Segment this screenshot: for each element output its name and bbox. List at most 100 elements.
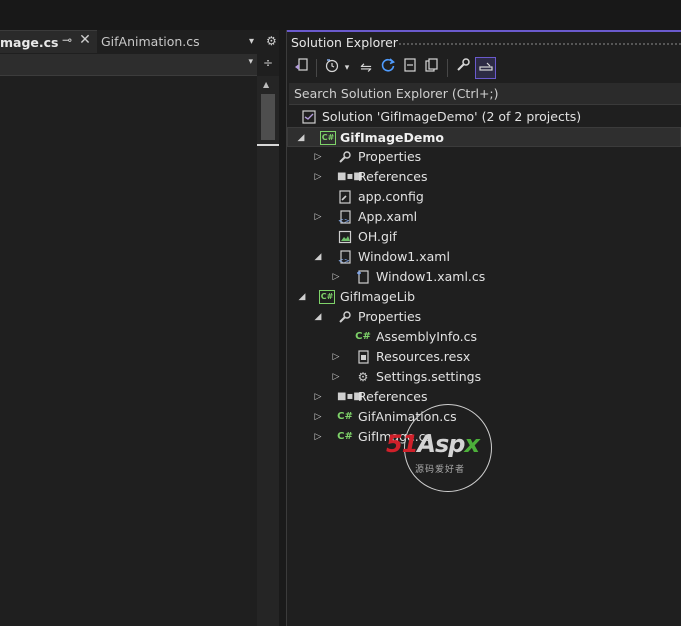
expand-toggle-icon[interactable]: ▷ <box>330 367 342 387</box>
tree-label: OH.gif <box>358 229 397 244</box>
watermark-51: 51 <box>386 430 418 458</box>
search-box[interactable] <box>289 83 681 105</box>
watermark-x: x <box>464 430 480 458</box>
xaml-file-icon: <> <box>337 250 353 265</box>
scroll-caret-marker <box>257 144 279 146</box>
code-editor[interactable] <box>0 76 257 626</box>
wrench-icon <box>337 310 353 324</box>
tree-item-window1-xaml[interactable]: ◢ <> Window1.xaml <box>289 247 681 267</box>
tree-label: GifImageDemo <box>340 130 444 145</box>
expand-toggle-icon[interactable]: ▷ <box>330 267 342 287</box>
tree-label: App.xaml <box>358 209 418 224</box>
watermark-subtitle: 源码爱好者 <box>415 465 466 475</box>
expand-toggle-icon[interactable]: ▷ <box>312 387 324 407</box>
split-editor-icon[interactable]: ÷ <box>259 56 277 70</box>
tree-label: GifImageLib <box>340 289 416 304</box>
tree-label: Settings.settings <box>376 369 482 384</box>
tree-project-gifimagelib[interactable]: ◢ C# GifImageLib <box>289 287 681 307</box>
xaml-file-icon: <> <box>337 210 353 225</box>
dropdown-icon[interactable]: ▾ <box>342 57 352 79</box>
tree-label: References <box>358 169 428 184</box>
pin-icon[interactable]: ⊸ <box>61 33 73 47</box>
expand-toggle-icon[interactable]: ▷ <box>312 147 324 167</box>
tree-item-app-xaml[interactable]: ▷ <> App.xaml <box>289 207 681 227</box>
preview-selected-items-icon[interactable] <box>475 57 496 79</box>
title-strip <box>0 0 681 30</box>
collapse-toggle-icon[interactable]: ◢ <box>312 307 324 327</box>
csharp-project-icon: C# <box>319 290 335 304</box>
editor-tab-active[interactable]: mage.cs ⊸ ✕ <box>0 30 97 53</box>
tree-label: Window1.xaml <box>358 249 450 264</box>
pending-changes-filter-icon[interactable] <box>323 57 341 79</box>
csharp-project-icon: C# <box>320 131 336 145</box>
search-input[interactable] <box>289 83 681 104</box>
editor-tab-active-label: mage.cs <box>0 35 59 50</box>
expand-toggle-icon[interactable]: ▷ <box>312 427 324 447</box>
tree-label: References <box>358 389 428 404</box>
solution-explorer-toolbar: ▾ ⇋ <box>287 55 681 81</box>
tree-label: Properties <box>358 309 422 324</box>
sync-with-active-document-icon[interactable] <box>292 57 310 79</box>
collapse-toggle-icon[interactable]: ◢ <box>296 287 308 307</box>
toolbar-separator <box>316 59 317 77</box>
refresh-icon[interactable] <box>379 57 397 79</box>
references-icon: ■▪■ <box>337 391 363 402</box>
expand-toggle-icon[interactable]: ◢ <box>295 128 307 148</box>
tree-item-assemblyinfo[interactable]: C# AssemblyInfo.cs <box>289 327 681 347</box>
resource-file-icon <box>355 350 371 364</box>
pane-splitter[interactable] <box>279 30 286 626</box>
tree-project-gifimagedemo[interactable]: ◢ C# GifImageDemo <box>287 127 681 147</box>
svg-text:<>: <> <box>338 217 350 224</box>
gear-icon[interactable]: ⚙ <box>266 34 277 48</box>
csharp-file-icon: C# <box>337 411 353 422</box>
image-file-icon <box>337 230 353 244</box>
expand-toggle-icon[interactable]: ▷ <box>312 207 324 227</box>
tree-item-properties[interactable]: ◢ Properties <box>289 307 681 327</box>
scroll-thumb[interactable] <box>261 94 275 140</box>
tree-label: Solution 'GifImageDemo' (2 of 2 projects… <box>322 109 582 124</box>
chevron-down-icon: ▾ <box>248 57 253 67</box>
tree-item-references[interactable]: ▷ ■▪■ References <box>289 167 681 187</box>
code-file-icon <box>355 270 371 284</box>
back-forward-icon[interactable]: ⇋ <box>357 57 375 79</box>
properties-wrench-icon[interactable] <box>454 57 472 79</box>
expand-toggle-icon[interactable]: ▷ <box>330 347 342 367</box>
tree-item-references[interactable]: ▷ ■▪■ References <box>289 387 681 407</box>
expand-toggle-icon[interactable]: ▷ <box>312 407 324 427</box>
tree-item-app-config[interactable]: app.config <box>289 187 681 207</box>
panel-accent-line <box>287 30 681 32</box>
gear-icon: ⚙ <box>357 370 369 384</box>
collapse-toggle-icon[interactable]: ◢ <box>312 247 324 267</box>
collapse-all-icon[interactable] <box>401 57 419 79</box>
tab-overflow-icon[interactable]: ▾ <box>249 36 254 47</box>
tree-item-window1-xaml-cs[interactable]: ▷ Window1.xaml.cs <box>289 267 681 287</box>
panel-title: Solution Explorer <box>291 35 398 50</box>
panel-drag-grip[interactable] <box>398 42 681 46</box>
tree-solution-node[interactable]: Solution 'GifImageDemo' (2 of 2 projects… <box>289 107 681 127</box>
navigation-dropdown[interactable]: ▾ <box>0 54 257 76</box>
csharp-file-icon: C# <box>337 431 353 442</box>
tree-label: Resources.resx <box>376 349 471 364</box>
tree-item-oh-gif[interactable]: OH.gif <box>289 227 681 247</box>
tree-label: AssemblyInfo.cs <box>376 329 478 344</box>
close-icon[interactable]: ✕ <box>78 32 92 48</box>
tree-item-properties[interactable]: ▷ Properties <box>289 147 681 167</box>
expand-toggle-icon[interactable]: ▷ <box>312 167 324 187</box>
solution-icon <box>301 110 317 124</box>
tree-label: Properties <box>358 149 422 164</box>
toolbar-separator <box>447 59 448 77</box>
watermark-asp: Asp <box>417 430 465 458</box>
show-all-files-icon[interactable] <box>423 57 441 79</box>
tree-item-resources[interactable]: ▷ Resources.resx <box>289 347 681 367</box>
editor-tab-gifanimation[interactable]: GifAnimation.cs <box>101 34 200 49</box>
tree-item-settings[interactable]: ▷ ⚙ Settings.settings <box>289 367 681 387</box>
watermark-logo: 51Aspx <box>386 430 480 458</box>
scroll-up-icon[interactable]: ▲ <box>263 80 269 89</box>
references-icon: ■▪■ <box>337 171 363 182</box>
tree-label: Window1.xaml.cs <box>376 269 486 284</box>
tree-label: app.config <box>358 189 424 204</box>
vertical-scrollbar[interactable]: ▲ <box>257 76 279 626</box>
wrench-icon <box>337 150 353 164</box>
csharp-file-icon: C# <box>355 331 371 342</box>
svg-text:<>: <> <box>338 257 350 264</box>
